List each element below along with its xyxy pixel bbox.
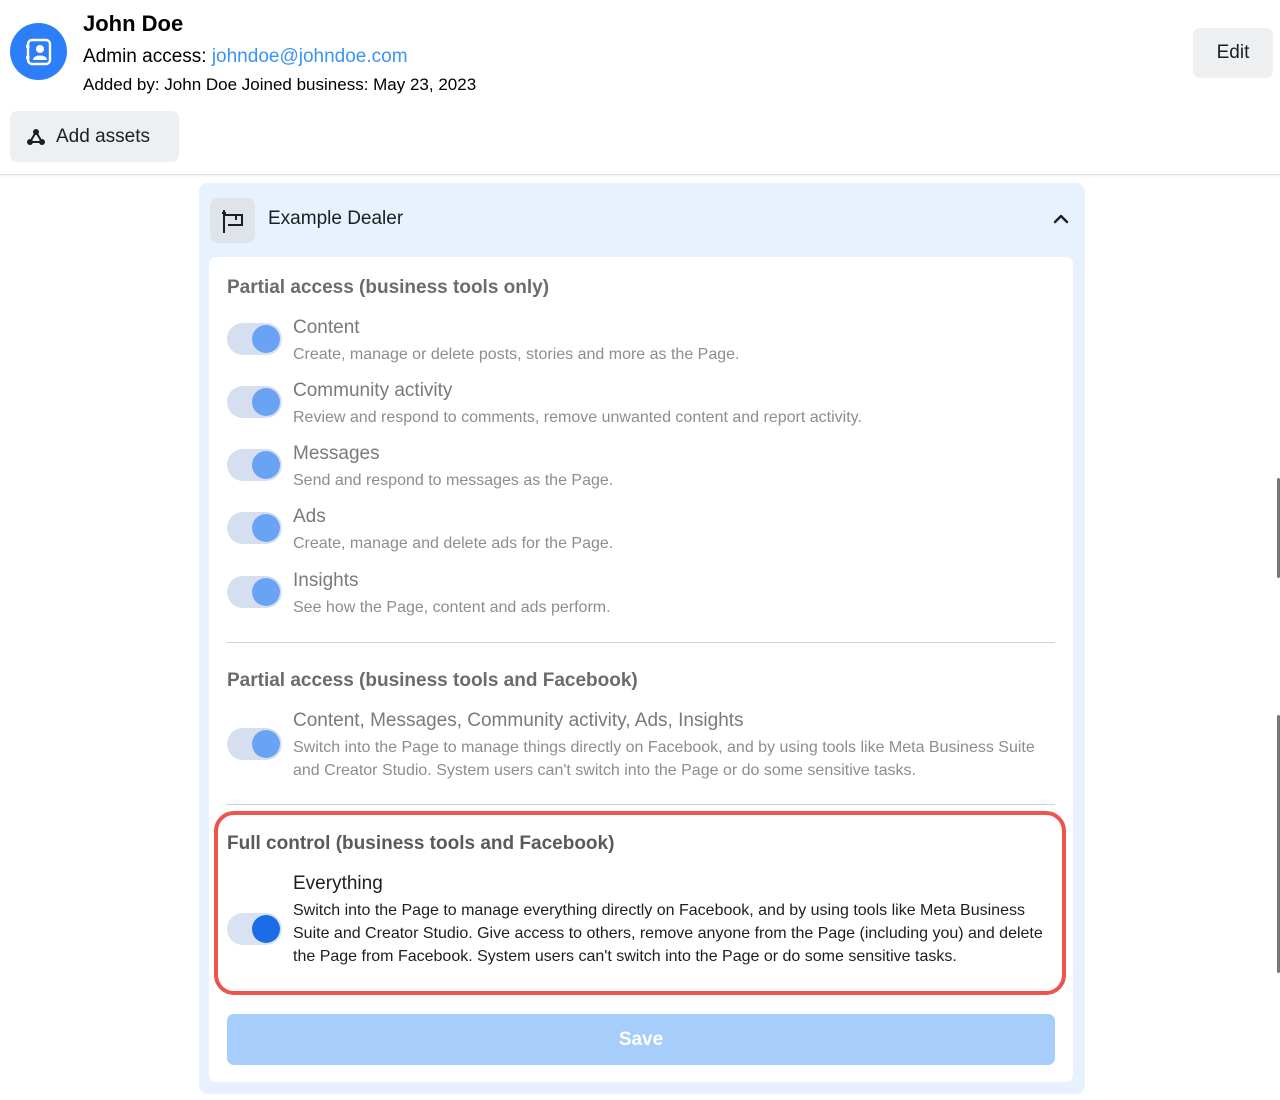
permission-label: Ads: [293, 506, 326, 527]
ads-toggle[interactable]: [227, 512, 282, 544]
section-title-business-tools-only: Partial access (business tools only): [227, 277, 550, 298]
everything-toggle[interactable]: [227, 913, 282, 945]
added-by-line: Added by: John Doe Joined business: May …: [83, 75, 477, 94]
add-assets-button[interactable]: Add assets: [10, 111, 179, 162]
section-title-business-tools-and-facebook: Partial access (business tools and Faceb…: [227, 670, 638, 691]
section-title-full-control: Full control (business tools and Faceboo…: [227, 833, 615, 854]
permission-description: Review and respond to comments, remove u…: [293, 409, 862, 426]
insights-toggle[interactable]: [227, 576, 282, 608]
chevron-up-icon[interactable]: [1051, 211, 1071, 227]
share-nodes-icon: [27, 128, 45, 145]
add-assets-label: Add assets: [56, 125, 150, 147]
permission-description: See how the Page, content and ads perfor…: [293, 599, 611, 616]
permission-label: Content, Messages, Community activity, A…: [293, 710, 744, 731]
permission-label: Everything: [293, 873, 383, 894]
admin-access-label: Admin access:: [83, 46, 212, 67]
permission-label: Community activity: [293, 380, 453, 401]
card-header[interactable]: Example Dealer: [199, 183, 1085, 255]
admin-access-line: Admin access: johndoe@johndoe.com: [83, 46, 408, 68]
community-activity-toggle[interactable]: [227, 386, 282, 418]
permission-label: Messages: [293, 443, 380, 464]
page-flag-icon: [210, 198, 255, 243]
permission-description: Switch into the Page to manage things di…: [293, 739, 1035, 779]
partial-facebook-toggle[interactable]: [227, 728, 282, 760]
permission-label: Insights: [293, 570, 359, 591]
permission-description: Create, manage and delete ads for the Pa…: [293, 535, 614, 552]
section-divider: [227, 804, 1055, 805]
permissions-panel: Partial access (business tools only) Con…: [209, 257, 1073, 1082]
content-toggle[interactable]: [227, 323, 282, 355]
permission-description: Send and respond to messages as the Page…: [293, 472, 614, 489]
permission-description: Create, manage or delete posts, stories …: [293, 346, 740, 363]
page-asset-card: Example Dealer Partial access (business …: [199, 183, 1085, 1094]
messages-toggle[interactable]: [227, 449, 282, 481]
user-name: John Doe: [83, 11, 184, 36]
page-name: Example Dealer: [268, 208, 404, 229]
user-badge-icon: [25, 38, 51, 65]
user-header: John Doe Admin access: johndoe@johndoe.c…: [0, 0, 1280, 175]
permission-description: Switch into the Page to manage everythin…: [293, 902, 1043, 965]
save-button[interactable]: Save: [227, 1014, 1055, 1065]
avatar: [10, 23, 67, 80]
section-divider: [227, 642, 1055, 643]
admin-email-link[interactable]: johndoe@johndoe.com: [212, 46, 408, 67]
edit-button[interactable]: Edit: [1193, 28, 1273, 78]
permission-label: Content: [293, 317, 360, 338]
